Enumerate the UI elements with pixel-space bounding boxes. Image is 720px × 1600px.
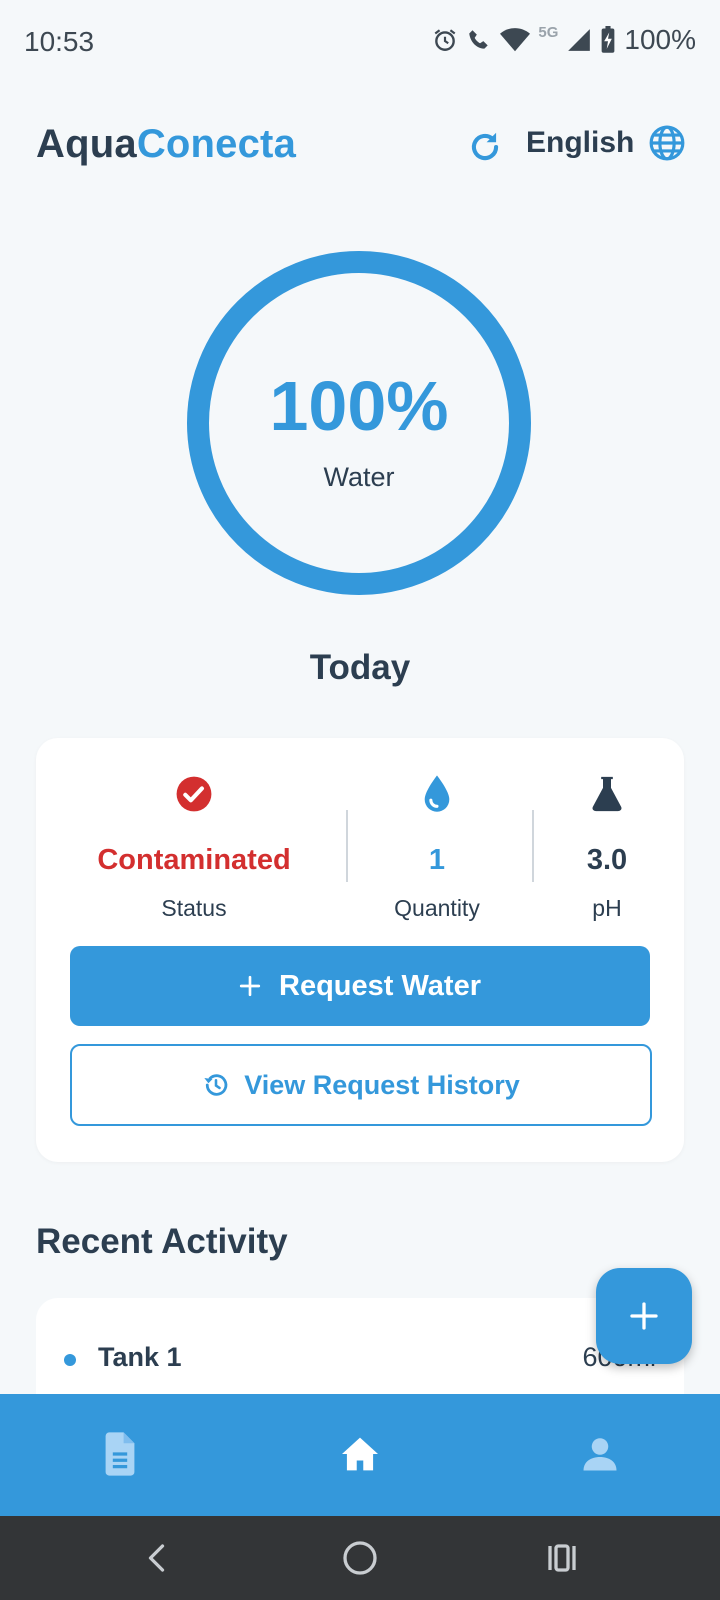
- document-icon: [105, 1432, 135, 1476]
- ph-label: pH: [592, 895, 622, 921]
- signal-icon: [568, 29, 591, 51]
- battery-percent: 100%: [624, 24, 696, 55]
- user-icon: [583, 1438, 617, 1471]
- quantity-value: 1: [428, 844, 446, 876]
- language-selector[interactable]: English: [526, 124, 686, 162]
- status-label: Status: [161, 895, 227, 921]
- status-time: 10:53: [24, 26, 95, 57]
- stat-divider: [532, 810, 534, 882]
- section-title-today: Today: [309, 648, 411, 687]
- add-fab-button[interactable]: [596, 1268, 692, 1364]
- app-title-part2: Conecta: [136, 122, 297, 166]
- app-title-part1: Aqua: [36, 122, 137, 166]
- bullet-dot: [64, 1354, 76, 1366]
- alarm-icon: [434, 29, 456, 51]
- status-bar: 10:53 5G 100%: [0, 0, 720, 86]
- home-icon: [342, 1437, 378, 1471]
- gauge-percent: 100%: [269, 367, 449, 445]
- stat-status: Contaminated Status: [76, 774, 312, 922]
- request-water-label: Request Water: [279, 969, 481, 1002]
- section-title-recent-activity: Recent Activity: [36, 1222, 288, 1261]
- status-icons: 5G 100%: [432, 24, 696, 56]
- nav-home[interactable]: [336, 1430, 384, 1478]
- nav-profile[interactable]: [576, 1430, 624, 1478]
- water-drop-icon: [362, 774, 512, 814]
- bottom-navigation: [0, 1394, 720, 1516]
- system-navigation-bar: [0, 1516, 720, 1600]
- refresh-icon: [471, 132, 499, 161]
- recents-icon[interactable]: [544, 1540, 580, 1576]
- request-water-button[interactable]: Request Water: [70, 946, 650, 1026]
- gauge-label: Water: [323, 462, 395, 492]
- ph-value: 3.0: [586, 844, 628, 876]
- stat-divider: [346, 810, 348, 882]
- language-label: English: [526, 126, 635, 159]
- activity-name: Tank 1: [98, 1342, 182, 1372]
- app-title: AquaConecta: [36, 122, 296, 167]
- check-circle-icon: [76, 774, 312, 814]
- plus-icon: [630, 1302, 658, 1330]
- home-circle-icon[interactable]: [342, 1540, 378, 1576]
- battery-icon: [602, 26, 615, 53]
- today-summary-card: Contaminated Status 1 Quantity 3.0 pH Re…: [36, 738, 684, 1162]
- nav-documents[interactable]: [96, 1430, 144, 1478]
- network-type: 5G: [538, 24, 559, 41]
- history-icon: [204, 1074, 228, 1096]
- quantity-label: Quantity: [394, 895, 480, 921]
- stat-quantity: 1 Quantity: [362, 774, 512, 922]
- flask-icon: [542, 774, 672, 814]
- status-value: Contaminated: [97, 844, 291, 876]
- refresh-button[interactable]: [466, 128, 504, 166]
- globe-icon: [649, 125, 685, 161]
- call-icon: [469, 30, 489, 49]
- back-icon[interactable]: [140, 1540, 176, 1576]
- stat-ph: 3.0 pH: [542, 774, 672, 922]
- view-request-history-button[interactable]: View Request History: [70, 1044, 652, 1126]
- wifi-icon: [500, 28, 531, 52]
- plus-icon: [239, 975, 261, 997]
- view-history-label: View Request History: [244, 1069, 520, 1100]
